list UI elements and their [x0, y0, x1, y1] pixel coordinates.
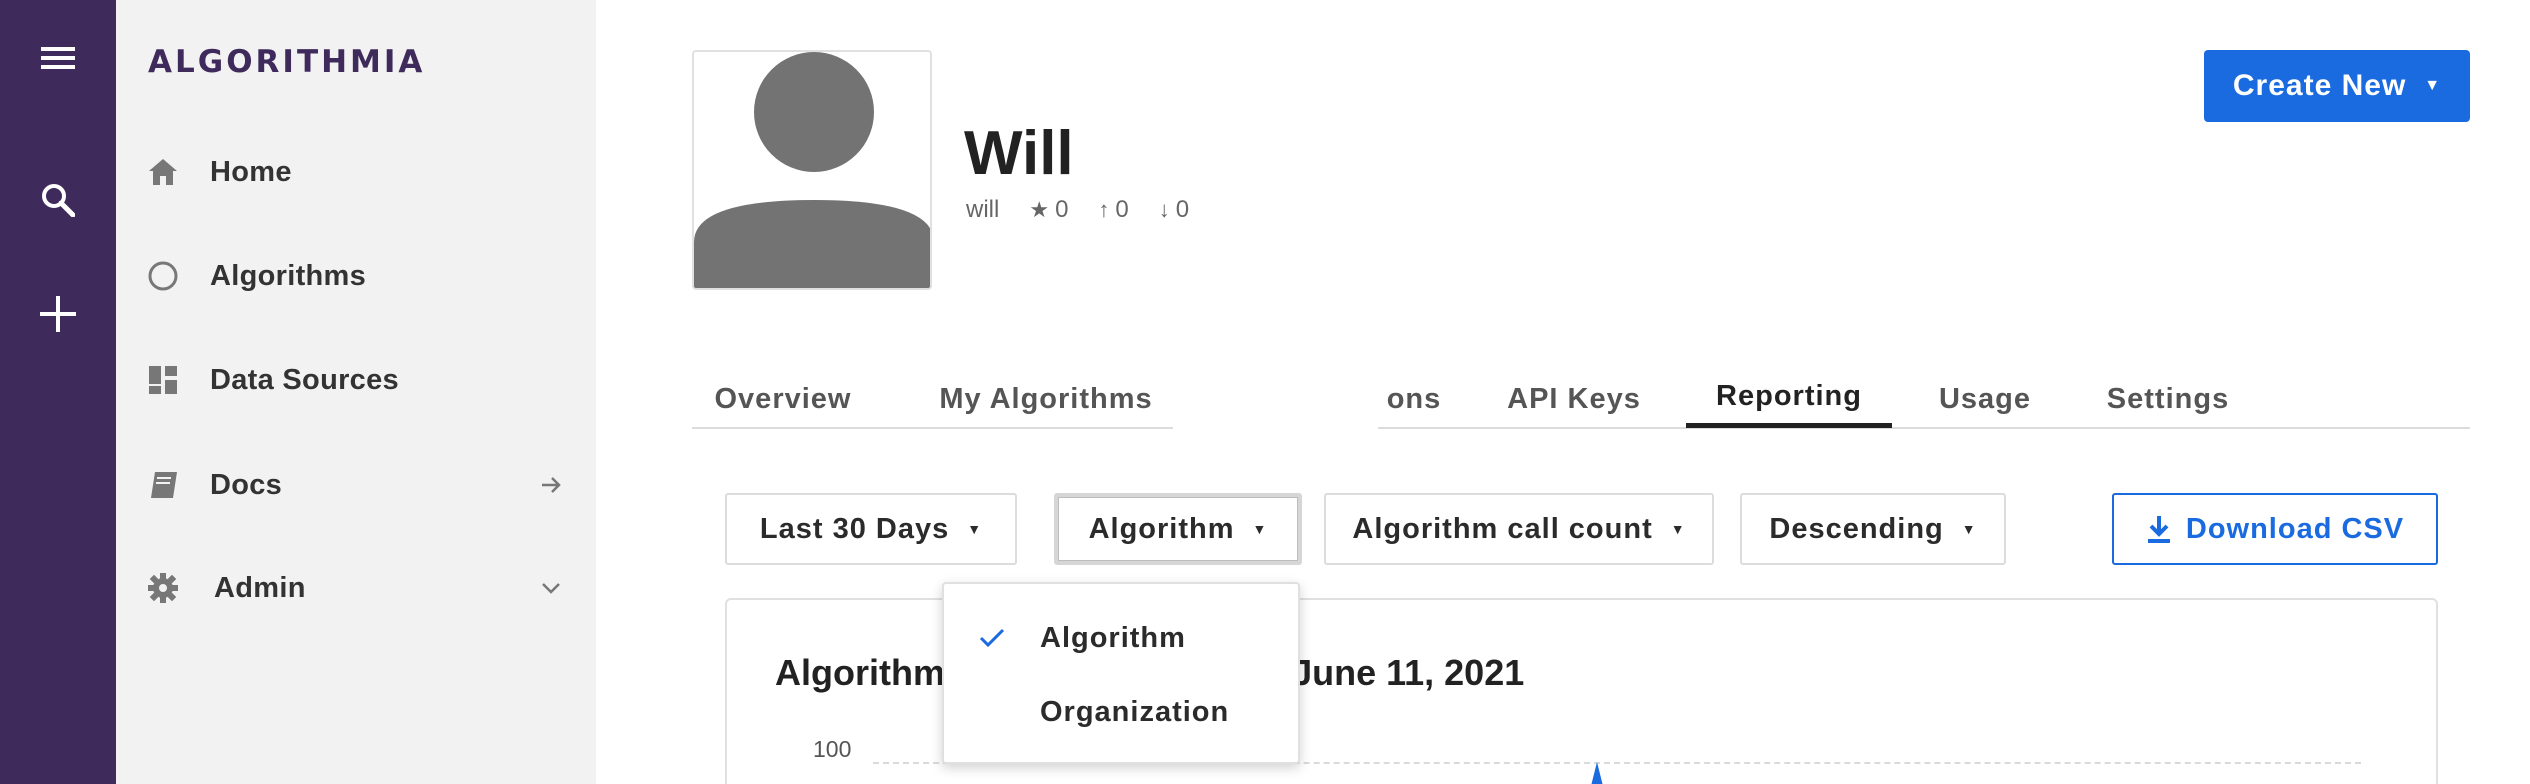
- caret-down-icon: ▼: [1670, 521, 1686, 537]
- metric-value: Algorithm call count: [1352, 512, 1653, 545]
- tab-my-algorithms[interactable]: My Algorithms: [928, 370, 1164, 428]
- sidebar-item-docs[interactable]: Docs: [146, 455, 566, 515]
- arrow-right-icon: [536, 470, 566, 500]
- username: will: [966, 196, 1000, 223]
- dropdown-option-algorithm[interactable]: Algorithm: [944, 608, 1298, 668]
- group-by-value: Algorithm: [1088, 512, 1235, 545]
- chart-series-peak: [1591, 762, 1603, 784]
- group-by-select[interactable]: Algorithm ▼: [1054, 493, 1302, 565]
- dropdown-option-label: Organization: [1040, 695, 1230, 728]
- stars-stat: ★ 0: [1029, 196, 1068, 224]
- plus-icon: [40, 296, 76, 332]
- tab-api-keys[interactable]: API Keys: [1500, 370, 1648, 428]
- tab-overview[interactable]: Overview: [708, 370, 858, 428]
- sidebar-item-home[interactable]: Home: [146, 142, 566, 202]
- group-by-dropdown-menu: Algorithm Organization: [942, 582, 1300, 764]
- avatar: [692, 50, 932, 290]
- sidebar-item-label: Home: [210, 155, 292, 188]
- downvotes-stat: ↓ 0: [1159, 196, 1189, 224]
- caret-down-icon: ▼: [2424, 77, 2442, 94]
- add-button[interactable]: [0, 274, 116, 354]
- caret-down-icon: ▼: [1961, 521, 1977, 537]
- upvotes-stat: ↑ 0: [1098, 196, 1128, 224]
- dropdown-option-label: Algorithm: [1040, 621, 1186, 654]
- menu-button[interactable]: [0, 18, 116, 98]
- sidebar-item-label: Data Sources: [210, 363, 399, 396]
- date-range-value: Last 30 Days: [759, 512, 950, 545]
- sort-order-value: Descending: [1769, 512, 1944, 545]
- tab-truncated[interactable]: ons: [1378, 370, 1450, 428]
- tab-settings[interactable]: Settings: [2100, 370, 2236, 428]
- download-csv-label: Download CSV: [2185, 512, 2405, 545]
- sidebar-item-data-sources[interactable]: Data Sources: [146, 350, 566, 410]
- caret-down-icon: ▼: [967, 521, 983, 537]
- brand-logo[interactable]: ALGORITHMIA: [148, 44, 425, 80]
- profile-name: Will: [964, 119, 1074, 188]
- gear-icon: [146, 571, 180, 605]
- star-icon: ★: [1029, 197, 1050, 222]
- user-placeholder-icon: [694, 52, 930, 288]
- date-range-select[interactable]: Last 30 Days ▼: [725, 493, 1017, 565]
- downvotes-count: 0: [1175, 196, 1190, 223]
- chevron-down-icon: [536, 573, 566, 603]
- download-csv-button[interactable]: Download CSV: [2112, 493, 2438, 565]
- tab-reporting[interactable]: Reporting: [1686, 370, 1892, 428]
- profile-meta: will ★ 0 ↑ 0 ↓ 0: [966, 196, 1189, 224]
- left-rail: [0, 0, 116, 784]
- sidebar: ALGORITHMIA Home Algorithms Data Sources: [116, 0, 596, 784]
- circle-icon: [146, 259, 180, 293]
- sidebar-item-admin[interactable]: Admin: [146, 558, 566, 618]
- dropdown-option-organization[interactable]: Organization: [944, 682, 1298, 742]
- metric-select[interactable]: Algorithm call count ▼: [1324, 493, 1714, 565]
- upvotes-count: 0: [1115, 196, 1129, 223]
- caret-down-icon: ▼: [1252, 521, 1268, 537]
- menu-icon: [41, 47, 75, 69]
- data-sources-icon: [146, 363, 180, 397]
- search-icon: [42, 184, 75, 217]
- sidebar-item-label: Docs: [210, 468, 283, 501]
- sidebar-item-label: Algorithms: [210, 259, 367, 292]
- book-icon: [146, 468, 180, 502]
- create-new-button[interactable]: Create New ▼: [2204, 50, 2470, 122]
- sidebar-item-label: Admin: [214, 571, 306, 604]
- arrow-up-icon: ↑: [1098, 197, 1110, 222]
- download-icon: [2147, 516, 2170, 543]
- tab-usage[interactable]: Usage: [1932, 370, 2038, 428]
- y-axis-tick: 100: [813, 736, 852, 762]
- sidebar-item-algorithms[interactable]: Algorithms: [146, 246, 566, 306]
- sort-order-select[interactable]: Descending ▼: [1740, 493, 2006, 565]
- stars-count: 0: [1055, 196, 1069, 223]
- arrow-down-icon: ↓: [1158, 197, 1170, 222]
- check-icon: [944, 628, 1040, 648]
- home-icon: [146, 155, 180, 189]
- create-new-label: Create New: [2232, 69, 2407, 102]
- chart-title-left: Algorithm: [775, 652, 945, 693]
- search-button[interactable]: [0, 160, 116, 240]
